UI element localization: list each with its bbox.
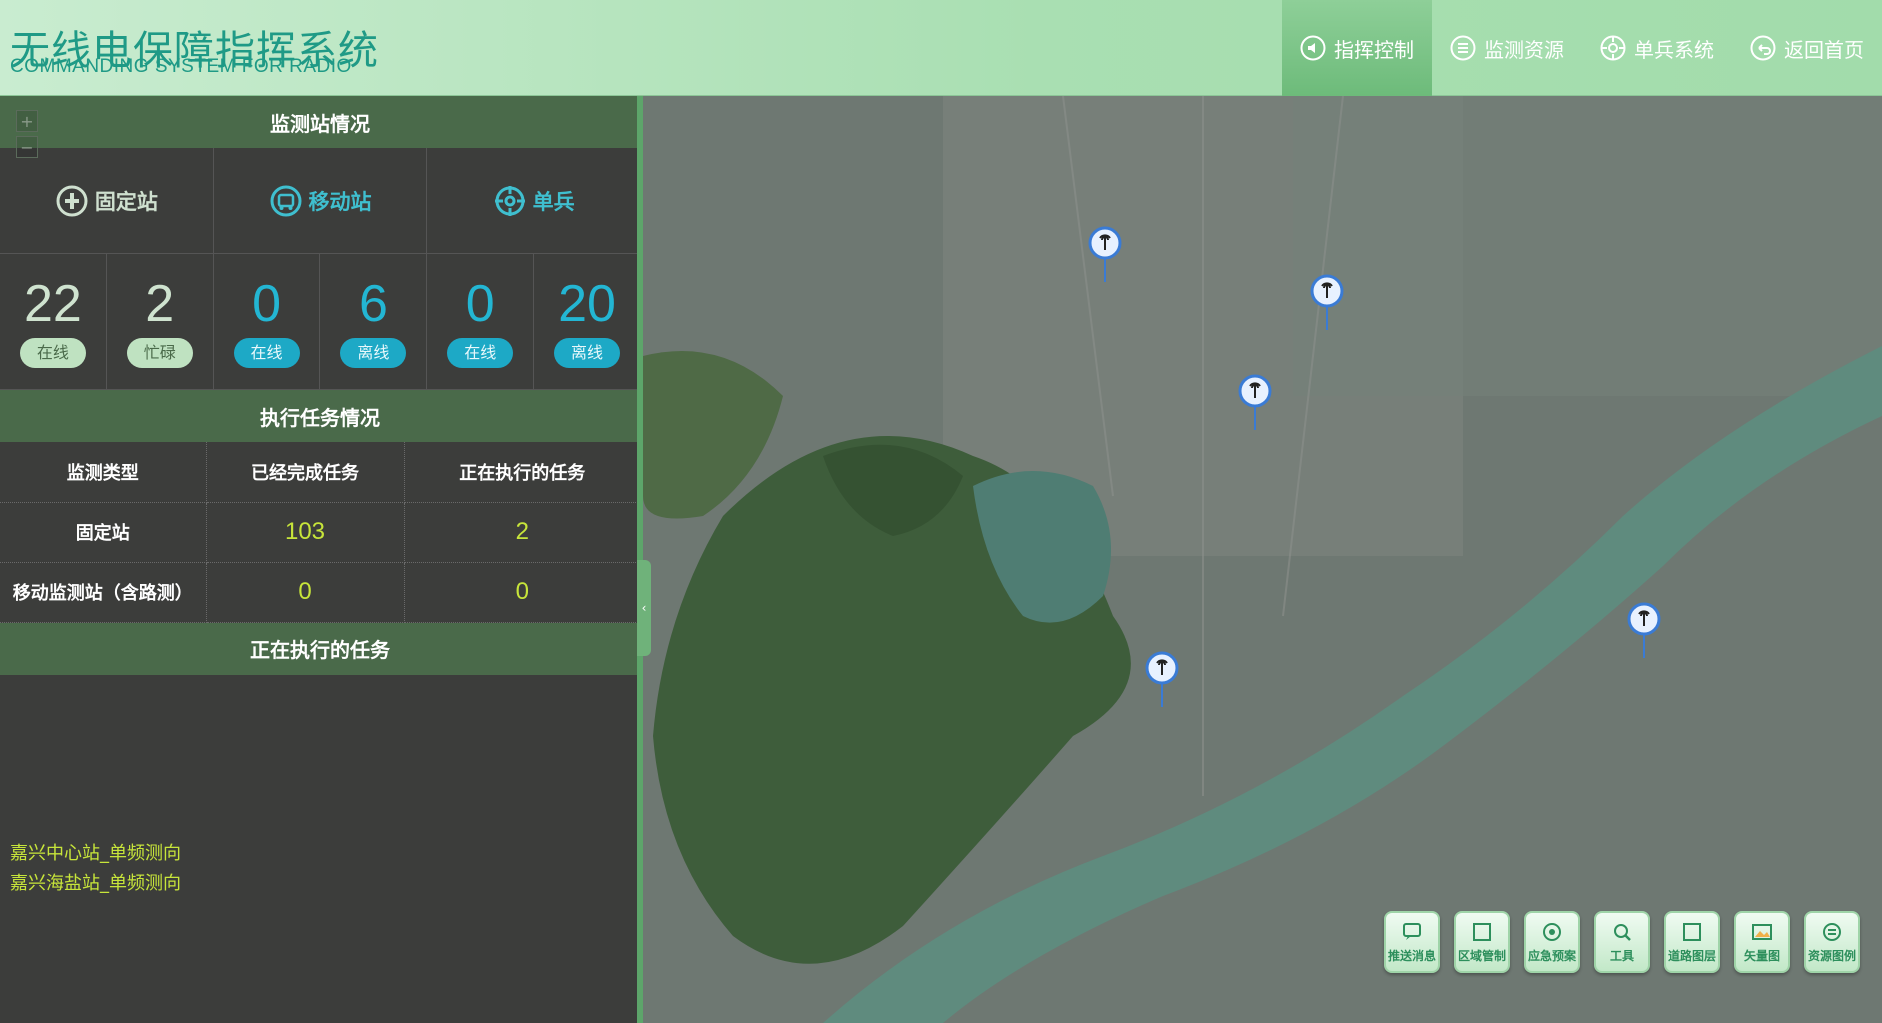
top-nav: 指挥控制 监测资源 单兵系统 返回首页: [1282, 0, 1882, 96]
table-cell: 移动监测站（含路测）: [0, 562, 207, 623]
nav-label: 单兵系统: [1634, 37, 1714, 62]
list-item[interactable]: 嘉兴中心站_单频测向: [10, 839, 640, 869]
nav-command-control[interactable]: 指挥控制: [1282, 0, 1432, 96]
tool-label: 资源图例: [1807, 948, 1856, 963]
tool-label: 应急预案: [1527, 948, 1576, 963]
crosshair-icon: [494, 185, 525, 216]
status-badge[interactable]: 在线: [233, 337, 300, 368]
running-task-list: 嘉兴中心站_单频测向 嘉兴海盐站_单频测向: [0, 675, 640, 899]
list-icon: [1450, 35, 1476, 61]
count-single-online: 0 在线: [427, 254, 535, 389]
nav-monitor-resources[interactable]: 监测资源: [1432, 0, 1582, 96]
tool-area-control[interactable]: 区域管制: [1454, 911, 1510, 973]
count-fixed-busy: 2 忙碌: [107, 254, 214, 389]
station-label: 移动站: [308, 189, 372, 214]
count-value: 20: [558, 274, 616, 333]
status-badge[interactable]: 离线: [340, 337, 407, 368]
map-terrain: [643, 96, 1882, 1023]
emergency-icon: [1543, 922, 1561, 941]
nav-back-home[interactable]: 返回首页: [1732, 0, 1882, 96]
station-marker-icon[interactable]: [1088, 226, 1122, 282]
station-label: 单兵: [532, 189, 575, 214]
map-toolbar: 推送消息 区域管制 应急预案 工具 道路图层 矢量图 资源图例: [1384, 911, 1860, 973]
square-icon: [1473, 922, 1491, 941]
station-mobile[interactable]: 移动站: [214, 148, 428, 253]
app-title-en: COMMANDING SYSTEM FOR RADIO: [10, 56, 352, 77]
zoom-control: + −: [16, 110, 38, 162]
message-icon: [1403, 922, 1421, 940]
crosshair-icon: [1600, 35, 1626, 61]
status-badge[interactable]: 离线: [554, 337, 621, 368]
table-cell[interactable]: 2: [404, 502, 640, 563]
tool-emergency-plan[interactable]: 应急预案: [1524, 911, 1580, 973]
square-icon: [1683, 922, 1701, 941]
station-label: 固定站: [94, 189, 158, 214]
table-header: 已经完成任务: [206, 442, 405, 503]
image-icon: [1752, 923, 1772, 940]
station-marker-icon[interactable]: [1238, 374, 1272, 430]
count-value: 22: [23, 274, 82, 333]
count-mobile-online: 0 在线: [214, 254, 321, 389]
station-marker-icon[interactable]: [1310, 274, 1344, 330]
zoom-in-button[interactable]: +: [16, 110, 38, 132]
table-header-row: 监测类型 已经完成任务 正在执行的任务: [0, 442, 640, 503]
tool-tools[interactable]: 工具: [1594, 911, 1650, 973]
panel-collapse-button[interactable]: ‹: [637, 560, 651, 656]
left-panel: 监测站情况 + − 固定站 移动站 单兵 22 在线 2 忙碌 0 在线 6 离…: [0, 96, 640, 1023]
station-count-row: 22 在线 2 忙碌 0 在线 6 离线 0 在线 20 离线: [0, 254, 640, 390]
station-section-title: 监测站情况: [0, 96, 640, 148]
table-cell[interactable]: 0: [404, 562, 640, 623]
task-table: 监测类型 已经完成任务 正在执行的任务 固定站 103 2 移动监测站（含路测）…: [0, 442, 640, 623]
tool-label: 矢量图: [1743, 948, 1780, 963]
station-fixed[interactable]: 固定站: [0, 148, 214, 253]
tool-road-layer[interactable]: 道路图层: [1664, 911, 1720, 973]
status-badge[interactable]: 在线: [19, 337, 86, 368]
nav-label: 返回首页: [1784, 37, 1864, 62]
count-fixed-online: 22 在线: [0, 254, 107, 389]
count-single-offline: 20 离线: [534, 254, 640, 389]
table-header: 正在执行的任务: [404, 442, 640, 503]
legend-icon: [1823, 922, 1841, 941]
station-marker-icon[interactable]: [1145, 651, 1179, 707]
nav-label: 监测资源: [1484, 37, 1564, 62]
mobile-station-icon: [270, 185, 301, 216]
station-marker-icon[interactable]: [1627, 602, 1661, 658]
tool-label: 推送消息: [1387, 948, 1436, 963]
app-header: 无线电保障指挥系统 COMMANDING SYSTEM FOR RADIO 指挥…: [0, 0, 1882, 96]
tool-label: 道路图层: [1667, 948, 1716, 963]
station-type-row: 固定站 移动站 单兵: [0, 148, 640, 254]
tool-icon: [1614, 923, 1631, 941]
count-value: 0: [465, 274, 495, 333]
zoom-out-button[interactable]: −: [16, 136, 38, 158]
list-item[interactable]: 嘉兴海盐站_单频测向: [10, 869, 640, 899]
nav-single-soldier[interactable]: 单兵系统: [1582, 0, 1732, 96]
count-value: 0: [252, 274, 282, 333]
count-value: 2: [145, 274, 175, 333]
table-header: 监测类型: [0, 442, 207, 503]
task-section-title: 执行任务情况: [0, 390, 640, 442]
table-cell[interactable]: 103: [206, 502, 405, 563]
table-row: 移动监测站（含路测） 0 0: [0, 562, 640, 623]
table-cell: 固定站: [0, 502, 207, 563]
speaker-icon: [1300, 35, 1326, 61]
running-section-title: 正在执行的任务: [0, 622, 640, 675]
count-value: 6: [358, 274, 388, 333]
status-badge[interactable]: 在线: [447, 337, 514, 368]
tool-label: 工具: [1609, 948, 1634, 963]
satellite-map[interactable]: 推送消息 区域管制 应急预案 工具 道路图层 矢量图 资源图例: [643, 96, 1882, 1023]
status-badge[interactable]: 忙碌: [126, 337, 193, 368]
tool-push-message[interactable]: 推送消息: [1384, 911, 1440, 973]
count-mobile-offline: 6 离线: [320, 254, 428, 389]
table-row: 固定站 103 2: [0, 502, 640, 563]
nav-label: 指挥控制: [1334, 37, 1414, 62]
tool-label: 区域管制: [1457, 948, 1506, 963]
tool-resource-legend[interactable]: 资源图例: [1804, 911, 1860, 973]
back-icon: [1750, 35, 1776, 61]
tool-vector-map[interactable]: 矢量图: [1734, 911, 1790, 973]
station-single[interactable]: 单兵: [427, 148, 640, 253]
fixed-station-icon: [56, 185, 88, 216]
table-cell[interactable]: 0: [206, 562, 405, 623]
